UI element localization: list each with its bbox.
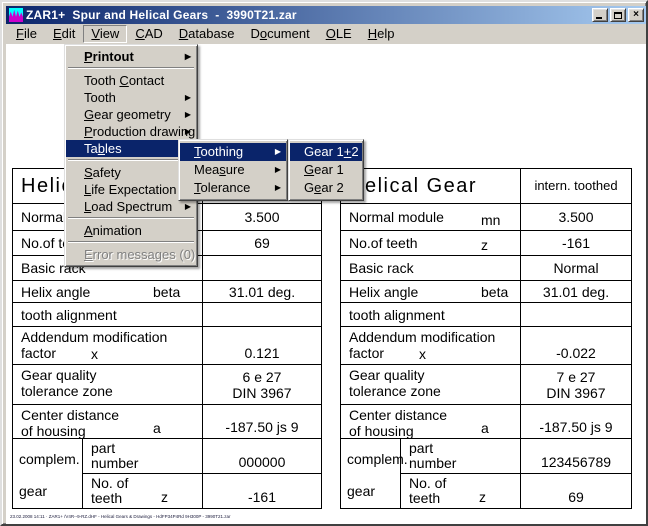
table-row: No. ofteethz -161 — [83, 473, 321, 508]
submenu-arrow-icon: ▶ — [185, 123, 191, 140]
printout-footer-line: 23.02.2008 14:11 · ZAR1+ /V4R--9-RZ.dHF … — [10, 514, 330, 519]
table-row: No. ofteethz 69 — [401, 473, 631, 508]
menu-item-measure[interactable]: Measure▶ — [180, 161, 286, 179]
menu-item-gear-2[interactable]: Gear 2 — [290, 179, 362, 197]
menu-item-gear-1-2[interactable]: Gear 1+2 — [290, 143, 362, 161]
menu-item-gear-geometry[interactable]: Gear geometry▶ — [66, 106, 196, 123]
menubar-edit[interactable]: Edit — [45, 25, 83, 43]
table-row: Center distanceof housinga -187.50 js 9 — [341, 404, 631, 438]
menu-separator — [68, 241, 194, 243]
menu-item-life-expectation[interactable]: Life Expectation — [66, 181, 196, 198]
submenu-arrow-icon: ▶ — [275, 143, 281, 161]
table-row: Addendum modificationfactorx 0.121 — [13, 326, 321, 364]
menu-item-gear-1[interactable]: Gear 1 — [290, 161, 362, 179]
table-row: partnumber 000000 — [83, 439, 321, 473]
menu-item-tolerance[interactable]: Tolerance▶ — [180, 179, 286, 197]
app-icon[interactable] — [9, 8, 23, 22]
table-row: Gear qualitytolerance zone 6 e 27DIN 396… — [13, 364, 321, 404]
menu-item-error-messages: Error messages (0) — [66, 246, 196, 263]
submenu-arrow-icon: ▶ — [185, 48, 191, 65]
table-row: Normal modulemn 3.500 — [341, 203, 631, 230]
menu-separator — [68, 159, 194, 161]
table-row: Helix anglebeta 31.01 deg. — [341, 280, 631, 302]
menubar-document[interactable]: Document — [242, 25, 317, 43]
menubar-ole[interactable]: OLE — [318, 25, 360, 43]
table-row: Center distanceof housinga -187.50 js 9 — [13, 404, 321, 438]
menu-item-animation[interactable]: Animation — [66, 222, 196, 239]
menubar: File Edit View CAD Database Document OLE… — [6, 24, 646, 44]
table-row: Helix anglebeta 31.01 deg. — [13, 280, 321, 302]
submenu-arrow-icon: ▶ — [185, 89, 191, 106]
menu-separator — [68, 217, 194, 219]
gear2-subtitle: intern. toothed — [521, 169, 631, 203]
table-row: partnumber 123456789 — [401, 439, 631, 473]
complementary-gear-block: complem. gear partnumber 123456789 No. o… — [341, 438, 631, 508]
menu-item-tables[interactable]: Tables▶ — [66, 140, 196, 157]
minimize-button[interactable] — [592, 8, 608, 22]
gear2-header-row: Helical Gear intern. toothed — [341, 169, 631, 203]
menu-item-tooth-contact[interactable]: Tooth Contact — [66, 72, 196, 89]
menu-item-safety[interactable]: Safety — [66, 164, 196, 181]
table-row: Basic rack Normal — [341, 255, 631, 280]
maximize-icon — [614, 12, 622, 19]
app-window: ZAR1+ Spur and Helical Gears - 3990T21.z… — [0, 0, 648, 526]
menubar-help[interactable]: Help — [360, 25, 403, 43]
menu-item-printout[interactable]: Printout▶ — [66, 48, 196, 65]
table-row: Gear qualitytolerance zone 7 e 27DIN 396… — [341, 364, 631, 404]
table-row: No.of teethz -161 — [341, 230, 631, 255]
toothing-gear-submenu: Gear 1+2 Gear 1 Gear 2 — [288, 139, 364, 201]
menu-item-tooth[interactable]: Tooth▶ — [66, 89, 196, 106]
menu-item-load-spectrum[interactable]: Load Spectrum▶ — [66, 198, 196, 215]
gear2-title: Helical Gear — [341, 169, 521, 203]
submenu-arrow-icon: ▶ — [275, 179, 281, 197]
titlebar[interactable]: ZAR1+ Spur and Helical Gears - 3990T21.z… — [6, 6, 646, 24]
table-row: tooth alignment — [13, 302, 321, 326]
maximize-button[interactable] — [610, 8, 626, 22]
complementary-gear-block: complem. gear partnumber 000000 No. ofte… — [13, 438, 321, 508]
menu-separator — [68, 67, 194, 69]
gear2-table: Helical Gear intern. toothed Normal modu… — [340, 168, 632, 509]
minimize-icon — [596, 17, 602, 19]
table-row: tooth alignment — [341, 302, 631, 326]
window-title: ZAR1+ Spur and Helical Gears - 3990T21.z… — [26, 8, 297, 22]
table-row: Addendum modificationfactorx -0.022 — [341, 326, 631, 364]
menubar-cad[interactable]: CAD — [127, 25, 170, 43]
tables-submenu: Toothing▶ Measure▶ Tolerance▶ — [178, 139, 288, 201]
menu-item-production-drawing[interactable]: Production drawing▶ — [66, 123, 196, 140]
close-button[interactable]: × — [628, 8, 644, 22]
submenu-arrow-icon: ▶ — [185, 106, 191, 123]
menubar-database[interactable]: Database — [171, 25, 243, 43]
menu-item-toothing[interactable]: Toothing▶ — [180, 143, 286, 161]
submenu-arrow-icon: ▶ — [275, 161, 281, 179]
menubar-view[interactable]: View — [83, 25, 127, 43]
close-icon: × — [633, 10, 639, 20]
menubar-file[interactable]: File — [8, 25, 45, 43]
